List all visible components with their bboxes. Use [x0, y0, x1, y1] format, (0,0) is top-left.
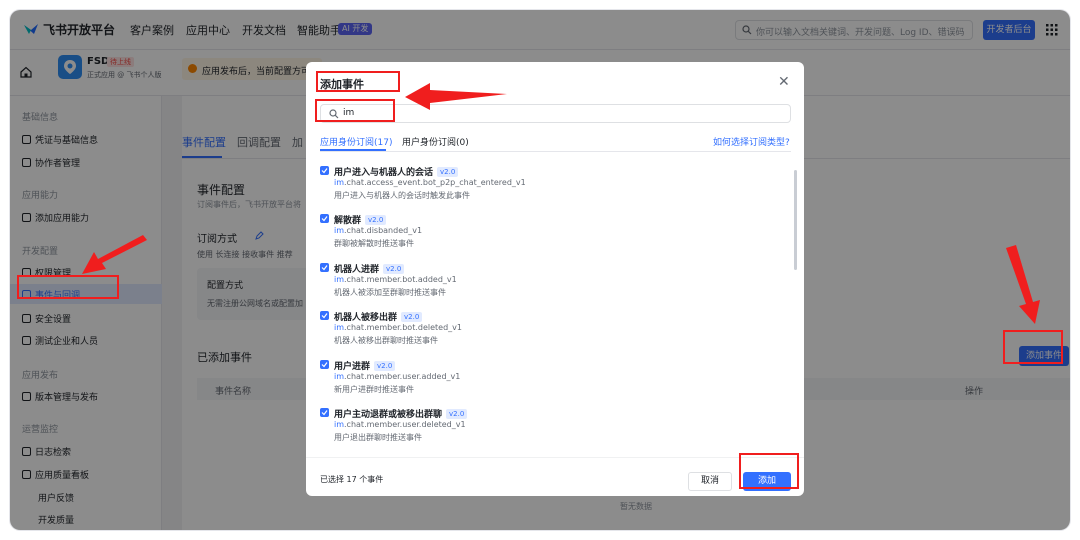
app-window: 飞书开放平台 客户案例 应用中心 开发文档 智能助手 AI 开发 你可以输入文档… [10, 10, 1070, 530]
arrow-to-add-event [1006, 245, 1040, 324]
arrow-to-title [405, 83, 507, 110]
arrow-to-sidebar [82, 235, 147, 274]
annotation-arrows [82, 83, 1040, 324]
